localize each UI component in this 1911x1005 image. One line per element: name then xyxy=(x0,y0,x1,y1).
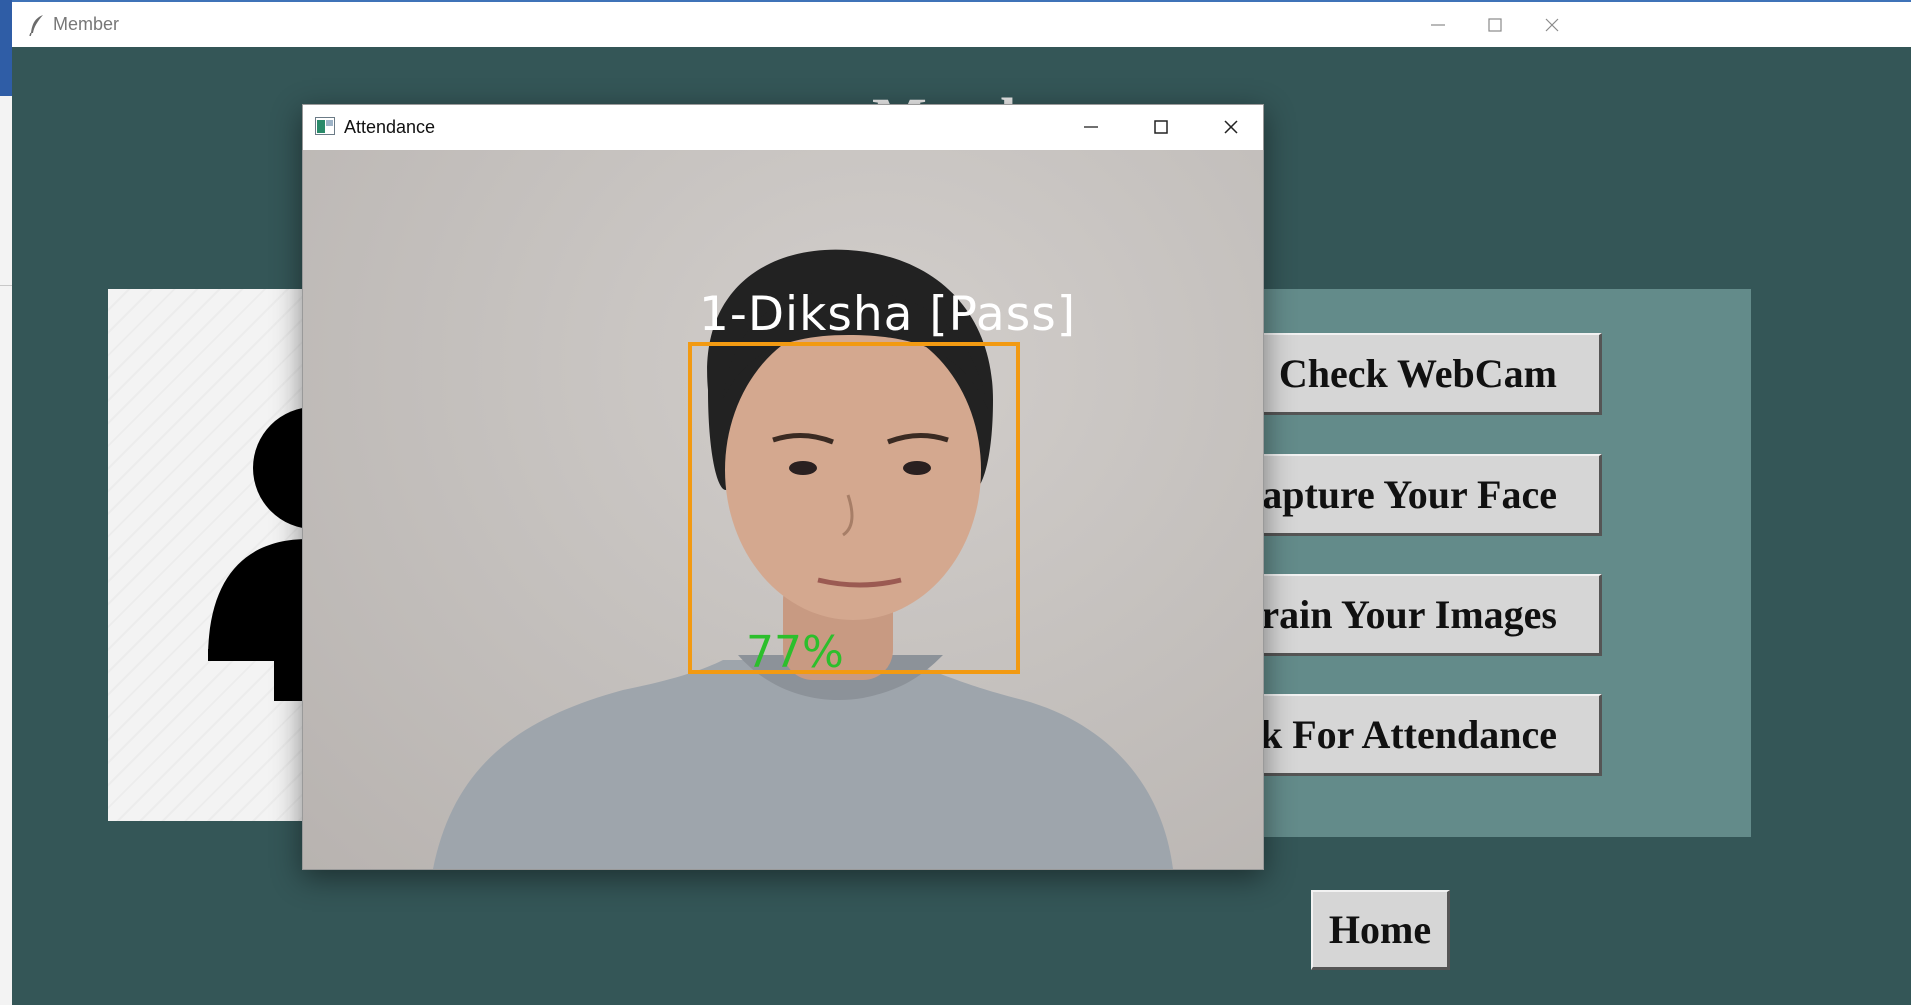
attendance-window: Attendance 1-Diksha [Pass] 77% xyxy=(302,104,1264,870)
maximize-icon xyxy=(1488,18,1502,32)
minimize-button[interactable] xyxy=(1418,10,1458,40)
confidence-score: 77% xyxy=(746,627,844,678)
attendance-window-title: Attendance xyxy=(344,117,436,137)
minimize-icon xyxy=(1084,126,1098,128)
webcam-feed: 1-Diksha [Pass] 77% xyxy=(303,150,1263,869)
attendance-minimize-button[interactable] xyxy=(1069,111,1113,143)
close-icon xyxy=(1545,18,1559,32)
face-detection-box xyxy=(688,342,1020,674)
close-icon xyxy=(1224,120,1238,134)
attendance-titlebar: Attendance xyxy=(303,105,1263,150)
user-avatar-icon xyxy=(208,407,320,701)
attendance-maximize-button[interactable] xyxy=(1139,111,1183,143)
user-image-panel xyxy=(108,289,320,821)
member-window-title: Member xyxy=(53,14,120,34)
opencv-window-icon xyxy=(315,117,335,135)
minimize-icon xyxy=(1431,24,1445,26)
attendance-close-button[interactable] xyxy=(1209,111,1253,143)
home-button[interactable]: Home xyxy=(1311,890,1450,970)
recognized-face-label: 1-Diksha [Pass] xyxy=(699,287,1077,342)
member-titlebar: Member xyxy=(12,0,1911,47)
feather-icon xyxy=(29,15,43,36)
background-window-edge xyxy=(0,0,12,1005)
maximize-button[interactable] xyxy=(1475,10,1515,40)
background-window-accent xyxy=(0,0,12,96)
close-button[interactable] xyxy=(1532,10,1572,40)
maximize-icon xyxy=(1154,120,1168,134)
background-window-divider xyxy=(0,285,12,286)
